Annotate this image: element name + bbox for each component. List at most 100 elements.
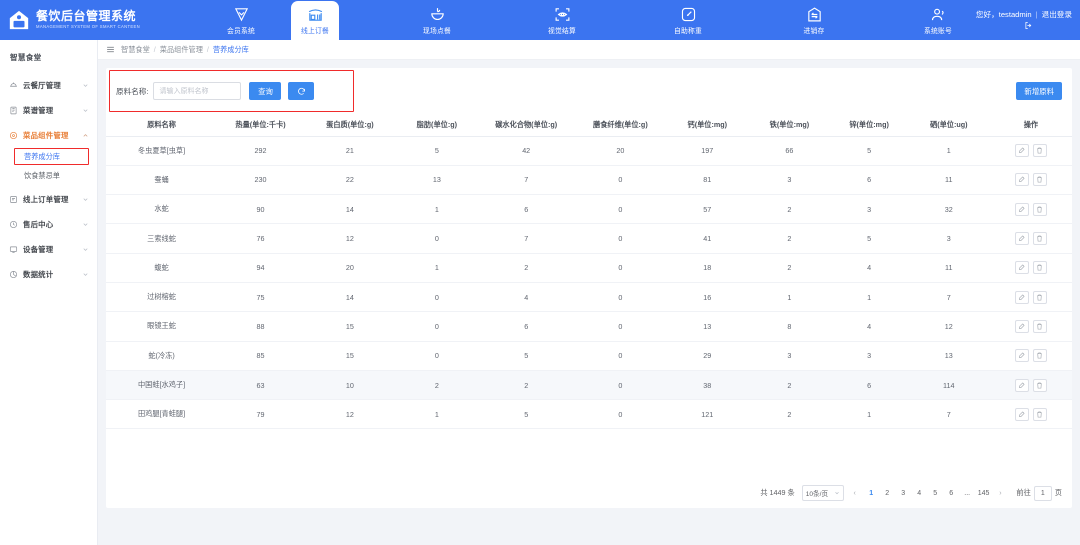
ingredient-name-input[interactable] — [153, 82, 241, 100]
cell-value: 2 — [748, 224, 830, 253]
delete-row-button[interactable] — [1033, 173, 1047, 186]
sidebar-item-recipe-management[interactable]: 菜谱管理 — [0, 98, 97, 123]
menu-collapse-icon[interactable] — [106, 45, 115, 54]
edit-row-button[interactable] — [1015, 379, 1029, 392]
col-protein: 蛋白质(单位:g) — [304, 114, 396, 136]
pagination-page-4[interactable]: 4 — [914, 486, 925, 500]
nav-item-member-system[interactable]: 会员系统 — [217, 0, 265, 40]
breadcrumb-item-1[interactable]: 智慧食堂 — [121, 45, 150, 55]
col-iron: 铁(单位:mg) — [748, 114, 830, 136]
user-account-icon — [930, 6, 947, 23]
divider: | — [1036, 10, 1038, 19]
delete-row-button[interactable] — [1033, 320, 1047, 333]
nav-item-self-weighing[interactable]: 自助称重 — [664, 0, 712, 40]
delete-row-button[interactable] — [1033, 379, 1047, 392]
cell-value: 6 — [830, 165, 907, 194]
delete-row-button[interactable] — [1033, 232, 1047, 245]
cell-ingredient-name: 中国蛙[水鸡子] — [106, 370, 217, 399]
pagination-page-5[interactable]: 5 — [930, 486, 941, 500]
nav-item-onsite-ordering[interactable]: 现场点餐 — [413, 0, 461, 40]
cell-ingredient-name: 冬虫夏草[虫草] — [106, 136, 217, 165]
chevron-down-icon — [834, 490, 840, 496]
sidebar-item-cloud-restaurant[interactable]: 云餐厅管理 — [0, 73, 97, 98]
page-size-select[interactable]: 10条/页 — [802, 485, 844, 501]
cell-value: 1 — [830, 282, 907, 311]
delete-row-button[interactable] — [1033, 203, 1047, 216]
pagination-page-3[interactable]: 3 — [898, 486, 909, 500]
delete-row-button[interactable] — [1033, 408, 1047, 421]
cell-value: 0 — [574, 400, 666, 429]
cell-value: 20 — [304, 253, 396, 282]
reset-button[interactable] — [288, 82, 314, 100]
edit-row-button[interactable] — [1015, 173, 1029, 186]
cell-value: 2 — [478, 253, 575, 282]
sidebar-subitem-label: 营养成分库 — [24, 152, 60, 162]
cell-value: 88 — [217, 312, 304, 341]
cell-value: 3 — [830, 341, 907, 370]
sidebar-subitem-diet-restrictions[interactable]: 饮食禁忌单 — [0, 165, 97, 187]
delete-row-button[interactable] — [1033, 291, 1047, 304]
cell-value: 66 — [748, 136, 830, 165]
breadcrumb-item-2[interactable]: 菜品组件管理 — [160, 45, 203, 55]
jump-page-input[interactable] — [1034, 486, 1052, 501]
pagination-prev[interactable]: ‹ — [849, 486, 861, 500]
col-carbohydrate: 碳水化合物(单位:g) — [478, 114, 575, 136]
cell-value: 7 — [908, 282, 990, 311]
cell-value: 2 — [748, 195, 830, 224]
cell-value: 32 — [908, 195, 990, 224]
sidebar-item-aftersales-center[interactable]: 售后中心 — [0, 212, 97, 237]
nav-item-online-ordering[interactable]: 线上订餐 — [291, 1, 339, 40]
cell-value: 29 — [666, 341, 748, 370]
edit-row-button[interactable] — [1015, 349, 1029, 362]
edit-row-button[interactable] — [1015, 320, 1029, 333]
logout-link[interactable]: 退出登录 — [1042, 9, 1072, 20]
edit-row-button[interactable] — [1015, 261, 1029, 274]
query-button[interactable]: 查询 — [249, 82, 281, 100]
edit-row-button[interactable] — [1015, 232, 1029, 245]
cell-value: 0 — [574, 370, 666, 399]
vision-scan-icon — [554, 6, 571, 23]
edit-row-button[interactable] — [1015, 144, 1029, 157]
delete-row-button[interactable] — [1033, 261, 1047, 274]
pagination-page-1[interactable]: 1 — [866, 486, 877, 500]
table-body: 冬虫夏草[虫草]29221542201976651蚕蛹2302213708136… — [106, 136, 1072, 429]
pagination-next[interactable]: › — [994, 486, 1006, 500]
cell-value: 4 — [478, 282, 575, 311]
col-fat: 脂肪(单位:g) — [396, 114, 478, 136]
nav-item-system-account[interactable]: 系统账号 — [914, 0, 962, 40]
cell-ingredient-name: 蝮蛇 — [106, 253, 217, 282]
edit-row-button[interactable] — [1015, 291, 1029, 304]
cell-value: 16 — [666, 282, 748, 311]
chevron-down-icon — [82, 107, 89, 114]
cell-value: 5 — [830, 224, 907, 253]
cell-value: 8 — [748, 312, 830, 341]
edit-row-button[interactable] — [1015, 408, 1029, 421]
sidebar-item-online-order-management[interactable]: 线上订单管理 — [0, 187, 97, 212]
logout-icon[interactable] — [1024, 21, 1033, 30]
sidebar: 智慧食堂 云餐厅管理 菜谱管理 菜品组件管理 营养成分库 饮食 — [0, 40, 98, 545]
nav-item-inventory[interactable]: 进销存 — [790, 0, 838, 40]
sidebar-item-device-management[interactable]: 设备管理 — [0, 237, 97, 262]
delete-row-button[interactable] — [1033, 349, 1047, 362]
pagination-page-2[interactable]: 2 — [882, 486, 893, 500]
nav-item-visual-settlement[interactable]: 视觉结算 — [538, 0, 586, 40]
cell-value: 22 — [304, 165, 396, 194]
sidebar-subitem-nutrition-library[interactable]: 营养成分库 — [14, 148, 89, 165]
sidebar-item-dish-component-management[interactable]: 菜品组件管理 — [0, 123, 97, 148]
cell-actions — [990, 165, 1072, 194]
cell-value: 15 — [304, 341, 396, 370]
pagination-page-6[interactable]: 6 — [946, 486, 957, 500]
cell-value: 3 — [748, 341, 830, 370]
cell-value: 12 — [304, 400, 396, 429]
edit-row-button[interactable] — [1015, 203, 1029, 216]
storefront-icon — [307, 6, 324, 23]
delete-row-button[interactable] — [1033, 144, 1047, 157]
pagination-ellipsis[interactable]: ... — [962, 486, 973, 500]
sidebar-item-data-statistics[interactable]: 数据统计 — [0, 262, 97, 287]
sidebar-item-label: 设备管理 — [23, 244, 53, 255]
brand-subtitle: MANAGEMENT SYSTEM OF SMART CANTEEN — [36, 23, 140, 31]
pagination-last-page[interactable]: 145 — [978, 486, 990, 500]
col-actions: 操作 — [990, 114, 1072, 136]
cell-value: 5 — [830, 136, 907, 165]
add-ingredient-button[interactable]: 新增原料 — [1016, 82, 1062, 100]
